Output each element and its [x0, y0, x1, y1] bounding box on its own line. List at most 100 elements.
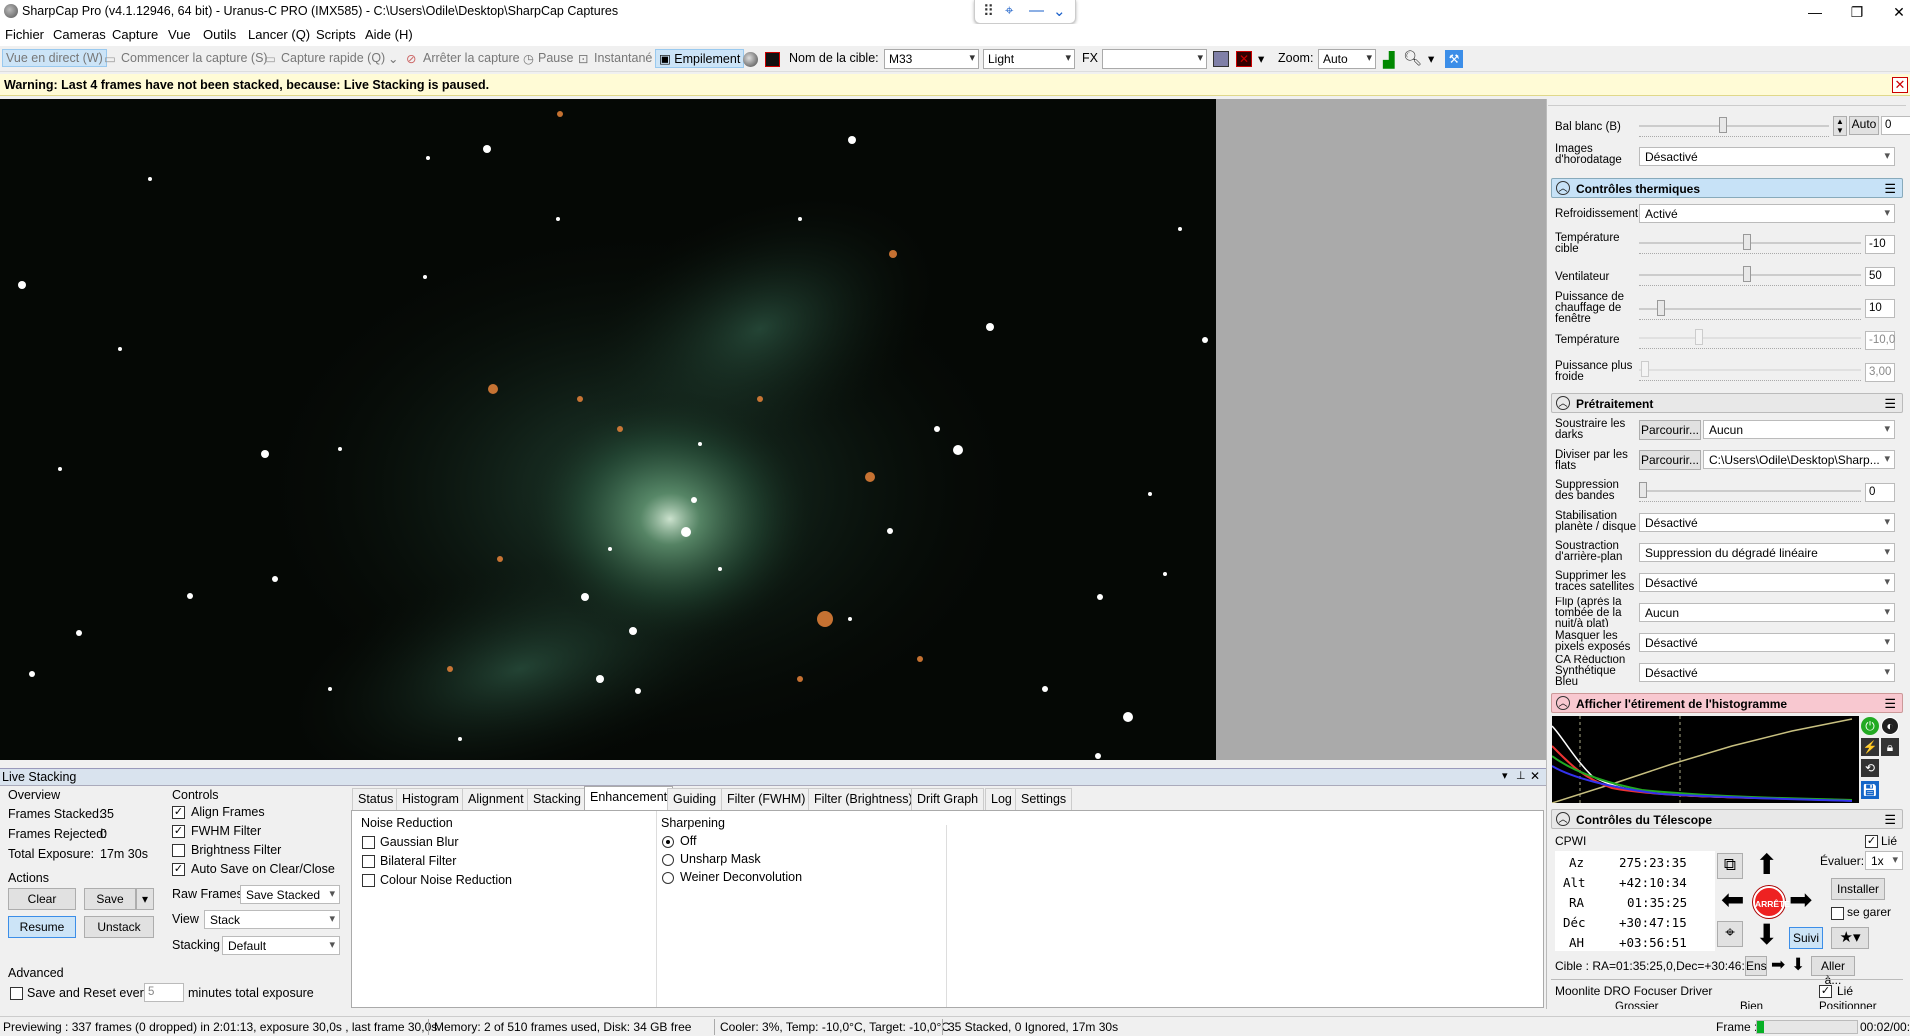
tab-stacking[interactable]: Stacking [527, 788, 587, 810]
chevron-up-icon[interactable]: ︿ [1556, 696, 1570, 710]
lightning-icon[interactable]: ⚡ [1861, 738, 1879, 756]
menu-scripts[interactable]: Scripts [316, 27, 356, 42]
contrast-icon[interactable]: ◐ [1881, 717, 1899, 735]
dropdown-icon[interactable]: ▾ [1502, 769, 1508, 782]
align-frames-checkbox[interactable]: ✓ [172, 806, 185, 819]
spin-buttons[interactable]: ▲ ▼ [1833, 116, 1847, 136]
menu-tools[interactable]: Outils [203, 27, 236, 42]
bilateral-filter-checkbox[interactable] [362, 855, 375, 868]
satellite-combo[interactable]: Désactivé [1639, 573, 1895, 592]
slider-thumb[interactable] [1743, 234, 1751, 250]
save-button[interactable]: Save [84, 888, 136, 910]
ca-reduction-combo[interactable]: Désactivé [1639, 663, 1895, 682]
raw-frames-combo[interactable]: Save Stacked [240, 885, 340, 904]
fx-combo[interactable] [1102, 49, 1207, 69]
moon-icon[interactable] [743, 52, 758, 67]
start-capture-button[interactable]: Commencer la capture (S) [121, 51, 268, 65]
dropdown-icon[interactable]: ⌄ [388, 51, 398, 66]
quick-capture-button[interactable]: Capture rapide (Q) [281, 51, 385, 65]
flats-browse-button[interactable]: Parcourir... [1639, 450, 1701, 470]
down-arrow-icon[interactable]: ⬇ [1791, 955, 1805, 975]
floating-toolbar[interactable]: ⠿ ⌖ — ⌄ [974, 0, 1076, 24]
minimize-button[interactable]: — [1792, 0, 1838, 24]
gaussian-blur-checkbox[interactable] [362, 836, 375, 849]
heater-slider[interactable] [1639, 308, 1861, 310]
timestamp-combo[interactable]: Désactivé [1639, 147, 1895, 166]
slider-thumb[interactable] [1657, 300, 1665, 316]
hot-pixels-combo[interactable]: Désactivé [1639, 633, 1895, 652]
goto-arrow-icon[interactable]: ➡ [1771, 955, 1785, 975]
fan-value[interactable]: 50 [1865, 267, 1895, 286]
wrench-icon[interactable]: ⚒ [1445, 50, 1463, 68]
tab-alignment[interactable]: Alignment [462, 788, 530, 810]
east-arrow-icon[interactable]: ➡ [1789, 886, 1812, 914]
snapshot-button[interactable]: Instantané [594, 51, 652, 65]
stop-button[interactable]: ARRÊTE [1753, 886, 1790, 918]
flip-combo[interactable]: Aucun [1639, 603, 1895, 622]
south-arrow-icon[interactable]: ⬇ [1755, 921, 1778, 949]
menu-help[interactable]: Aide (H) [365, 27, 413, 42]
white-balance-b-slider[interactable] [1639, 125, 1829, 127]
weiner-radio[interactable] [662, 872, 674, 884]
save-options-dropdown[interactable]: ▾ [136, 888, 154, 910]
menu-icon[interactable]: ☰ [1884, 812, 1896, 828]
ens-button[interactable]: Ens [1745, 956, 1767, 976]
menu-launch[interactable]: Lancer (Q) [248, 27, 310, 42]
cooling-combo[interactable]: Activé [1639, 204, 1895, 223]
tab-filter-brightness[interactable]: Filter (Brightness) [808, 788, 919, 810]
sharpen-off-radio[interactable] [662, 836, 674, 848]
chevron-up-icon[interactable]: ︿ [1556, 396, 1570, 410]
darks-browse-button[interactable]: Parcourir... [1639, 420, 1701, 440]
chevron-down-icon[interactable]: ⌄ [1053, 2, 1066, 20]
pin-icon[interactable]: ⌖ [1005, 2, 1013, 19]
image-view[interactable] [0, 99, 1216, 760]
target-temp-value[interactable]: -10 [1865, 235, 1895, 254]
menu-icon[interactable]: ☰ [1884, 181, 1896, 197]
unsharp-mask-radio[interactable] [662, 854, 674, 866]
maximize-button[interactable]: ❐ [1834, 0, 1880, 24]
track-button[interactable]: Suivi [1789, 927, 1823, 949]
heater-value[interactable]: 10 [1865, 299, 1895, 318]
crosshair-target-icon[interactable]: ⌖ [1717, 921, 1743, 947]
view-combo[interactable]: Stack [204, 910, 340, 929]
slider-thumb[interactable] [1719, 117, 1727, 133]
slider-thumb[interactable] [1639, 482, 1647, 498]
chevron-down-icon[interactable]: ▾ [1428, 51, 1434, 66]
minimize-bar-icon[interactable]: — [1029, 2, 1044, 19]
tab-enhancement[interactable]: Enhancement [584, 786, 674, 810]
thermal-section-header[interactable]: ︿ Contrôles thermiques ☰ [1551, 178, 1903, 198]
chevron-down-icon[interactable]: ▾ [1258, 51, 1264, 66]
menu-file[interactable]: Fichier [5, 27, 44, 42]
focuser-linked-checkbox[interactable]: ✓ [1819, 985, 1832, 998]
grid-icon[interactable]: ⠿ [983, 2, 994, 20]
rate-combo[interactable]: 1x [1865, 851, 1903, 870]
chevron-up-icon[interactable]: ︿ [1556, 812, 1570, 826]
mount-linked-checkbox[interactable]: ✓ [1865, 835, 1878, 848]
display-icon[interactable] [1213, 51, 1229, 67]
menu-view[interactable]: Vue [168, 27, 191, 42]
stacking-mode-combo[interactable]: Default [222, 936, 340, 955]
tab-guiding[interactable]: Guiding [667, 788, 723, 810]
stop-capture-button[interactable]: Arrêter la capture [423, 51, 520, 65]
stabilization-combo[interactable]: Désactivé [1639, 513, 1895, 532]
tab-filter-fwhm[interactable]: Filter (FWHM) [721, 788, 812, 810]
reset-icon[interactable]: ⟲ [1861, 759, 1879, 777]
pin-icon[interactable]: ⊥ [1516, 769, 1526, 782]
frame-type-combo[interactable]: Light [983, 49, 1075, 69]
sync-icon[interactable]: ⧉ [1717, 853, 1743, 879]
live-view-button[interactable]: Vue en direct (W) [2, 49, 107, 67]
tab-settings[interactable]: Settings [1015, 788, 1073, 810]
tab-drift-graph[interactable]: Drift Graph [911, 788, 985, 810]
red-mode-icon[interactable] [765, 52, 780, 67]
stacking-button[interactable]: ▣ Empilement [655, 49, 745, 68]
slider-thumb[interactable] [1743, 266, 1751, 282]
histogram-icon[interactable]: ▟ [1383, 51, 1395, 69]
tab-status[interactable]: Status [352, 788, 400, 810]
close-icon[interactable]: ✕ [1530, 769, 1540, 783]
auto-button[interactable]: Auto [1849, 116, 1879, 135]
power-icon[interactable]: ⏻ [1861, 717, 1879, 735]
minutes-input[interactable]: 5 [144, 983, 184, 1002]
west-arrow-icon[interactable]: ⬅ [1721, 886, 1744, 914]
banding-value[interactable]: 0 [1865, 483, 1895, 502]
crosshair-icon[interactable]: ✕ [1236, 51, 1252, 67]
